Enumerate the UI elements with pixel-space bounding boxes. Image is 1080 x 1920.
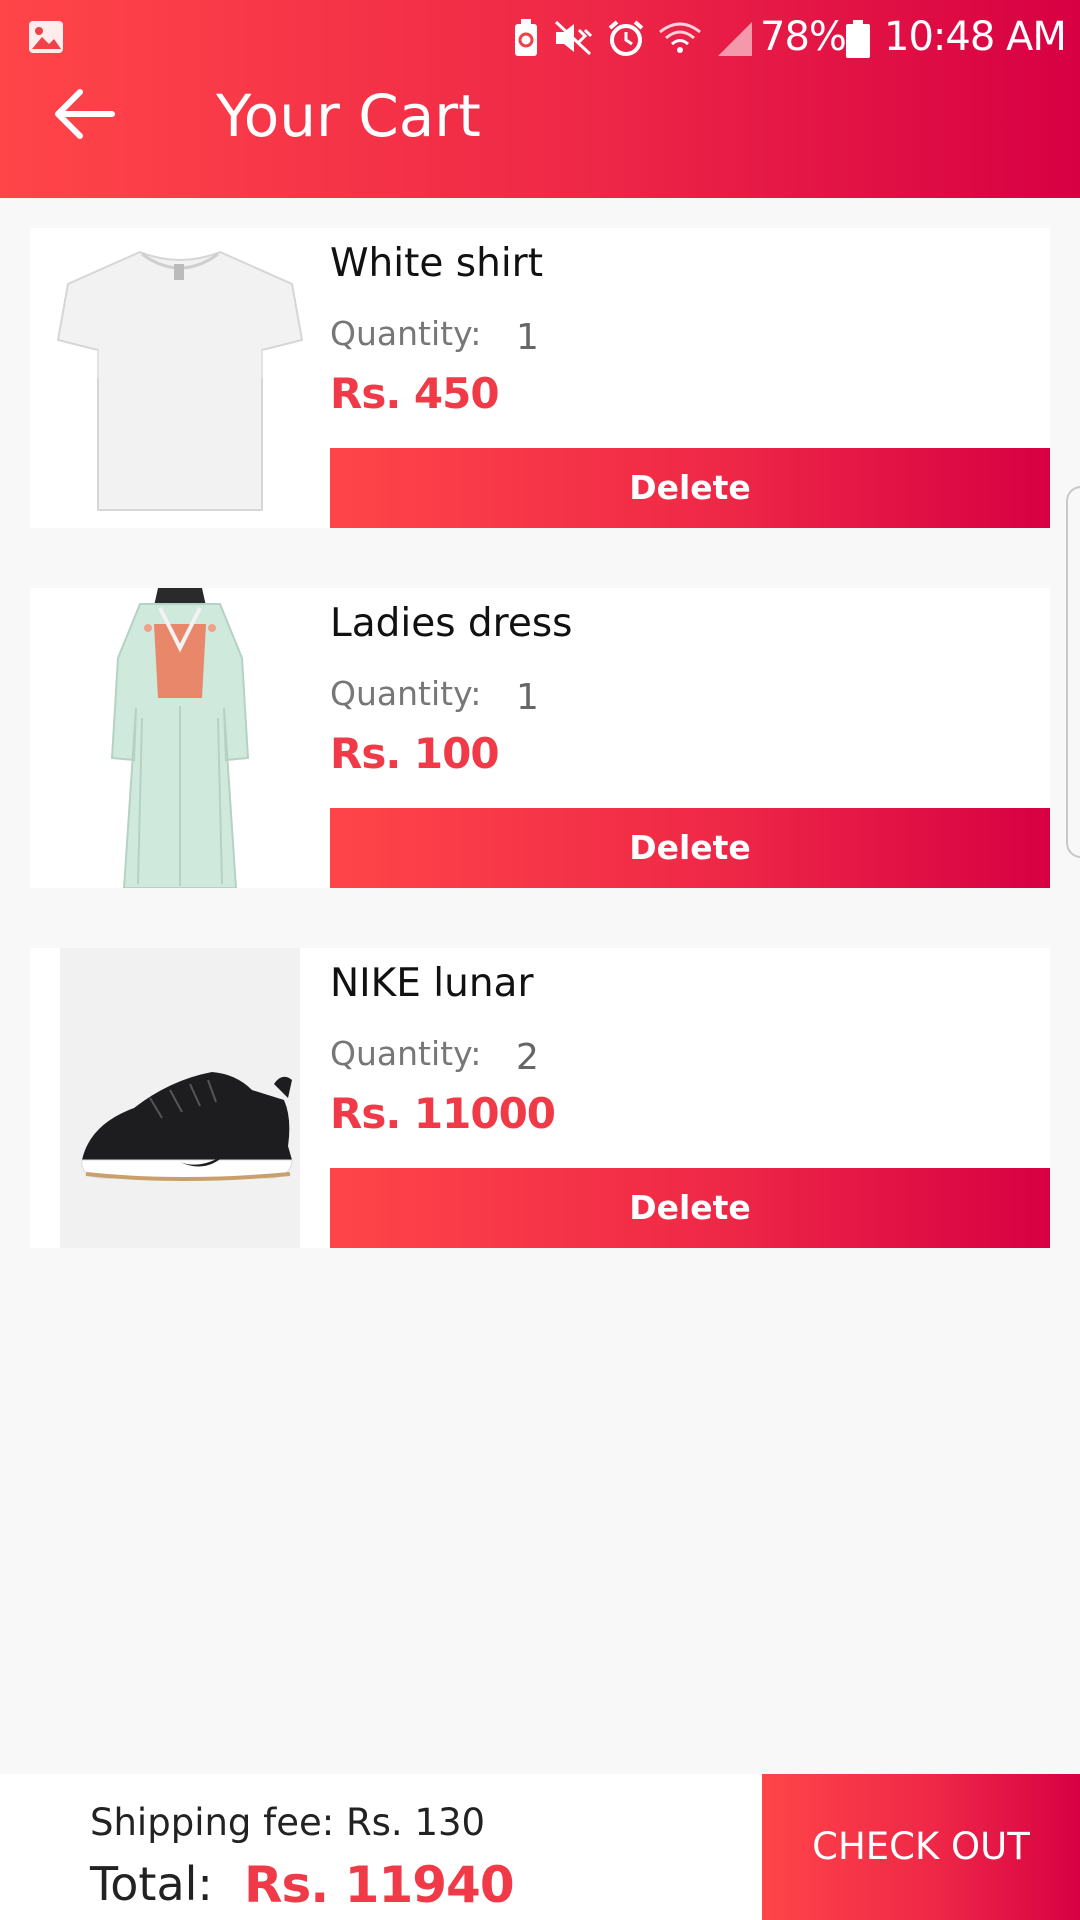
total-label: Total: [90, 1857, 213, 1911]
cart-footer: Shipping fee: Rs. 130 Total: Rs. 11940 C… [0, 1774, 1080, 1920]
status-time: 10:48 AM [884, 14, 1067, 60]
cart-item: Ladies dress Quantity: 1 Rs. 100 Delete [30, 588, 1050, 888]
product-image-nike-lunar[interactable] [30, 948, 330, 1248]
product-image-white-shirt[interactable] [30, 228, 330, 528]
signal-icon [718, 22, 752, 56]
product-image-ladies-dress[interactable] [30, 588, 330, 888]
product-name: NIKE lunar [330, 961, 534, 1006]
quantity-label: Quantity: [330, 314, 482, 353]
battery-icon [846, 20, 870, 58]
delete-button[interactable]: Delete [330, 1168, 1050, 1248]
cart-item: White shirt Quantity: 1 Rs. 450 Delete [30, 228, 1050, 528]
battery-percentage: 78% [760, 14, 847, 60]
product-price: Rs. 11000 [330, 1089, 556, 1138]
product-price: Rs. 450 [330, 369, 500, 418]
quantity-value: 1 [516, 677, 539, 718]
nike-shoe-image [30, 948, 330, 1248]
delete-button[interactable]: Delete [330, 448, 1050, 528]
status-bar: 78% 10:48 AM [0, 0, 1080, 76]
product-name: Ladies dress [330, 601, 573, 646]
quantity-value: 2 [516, 1037, 539, 1078]
app-header: 78% 10:48 AM Your Cart [0, 0, 1080, 198]
alarm-icon [608, 20, 644, 56]
status-icons [512, 14, 754, 62]
shipping-fee: Shipping fee: Rs. 130 [90, 1801, 486, 1844]
quantity-value: 1 [516, 317, 539, 358]
page-title: Your Cart [216, 82, 481, 150]
gallery-icon [29, 21, 63, 53]
ladies-dress-image [30, 588, 330, 888]
product-price: Rs. 100 [330, 729, 500, 778]
quantity-label: Quantity: [330, 1034, 482, 1073]
white-shirt-image [30, 228, 330, 528]
quantity-label: Quantity: [330, 674, 482, 713]
wifi-icon [659, 22, 701, 53]
battery-saver-icon [515, 19, 537, 56]
checkout-button[interactable]: CHECK OUT [762, 1774, 1080, 1920]
edge-panel-handle[interactable] [1066, 486, 1080, 858]
delete-button[interactable]: Delete [330, 808, 1050, 888]
cart-item: NIKE lunar Quantity: 2 Rs. 11000 Delete [30, 948, 1050, 1248]
total-value: Rs. 11940 [244, 1856, 515, 1914]
mute-icon [554, 20, 593, 56]
back-arrow-icon[interactable] [50, 86, 116, 142]
product-name: White shirt [330, 241, 543, 286]
